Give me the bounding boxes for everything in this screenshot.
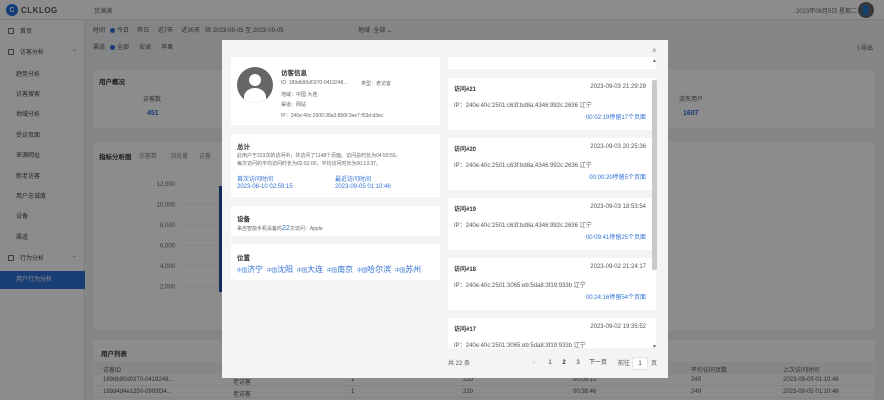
visit-title: 访问#17 [454, 327, 477, 333]
visit-item[interactable]: 访问#18 2023-09-02 21:24:17 IP：240e:40c:2501… [448, 258, 656, 310]
pager-page-3[interactable]: 3 [571, 357, 585, 370]
first-visit-label: 首次访问时间 [237, 177, 274, 183]
visitor-region: 地域：中国 大连 [281, 92, 318, 98]
visit-date: 2023-09-03 18:53:54 [590, 204, 646, 210]
city-item: 中国南京 [327, 265, 354, 274]
summary-line-2: 每次访问的平均访问时长为02:52.00，平均访问时长为00:13:37。 [237, 161, 381, 167]
pager-goto-label: 前往 [618, 361, 631, 367]
visit-ip: IP：240e:40c:2501:3065:eb:5da8:3f19:933b … [454, 283, 586, 289]
visit-ip: IP：240e:40c:2501:c63f:bd8a:4346:992c:263… [454, 163, 592, 169]
visitor-info-title: 访客信息 [281, 70, 307, 77]
visitor-ip: IP：240e:40c:2500:38a3:856f:3ee7:f53d:d3e… [281, 113, 384, 119]
pager-total: 共 22 条 [448, 361, 471, 367]
scroll-up-icon[interactable]: ▲ [652, 58, 657, 64]
scroll-down-icon[interactable]: ▼ [652, 344, 657, 350]
city-list: 中国济宁 中国沈阳 中国大连 中国南京 中国哈尔滨 中国苏州 [237, 264, 425, 275]
visit-title: 访问#21 [454, 87, 477, 93]
pager-page-2[interactable]: 2 [557, 357, 571, 370]
summary-panel: 总计 此用户于223次的访问中，共访问了1148个页面。访问总时长为04:59:… [231, 134, 440, 197]
visit-title: 访问#19 [454, 207, 477, 213]
location-title: 位置 [237, 255, 250, 262]
device-panel: 设备 来自智能手机设备的22次访问：Apple [231, 206, 440, 236]
pager-next-button[interactable]: 下一页 [586, 357, 610, 370]
visit-date: 2023-09-03 21:29:29 [590, 84, 646, 90]
visit-title: 访问#20 [454, 147, 477, 153]
visit-duration[interactable]: 00:09:41停留25个页面 [586, 232, 646, 241]
visitor-avatar-icon [237, 67, 273, 103]
device-text: 来自智能手机设备的22次访问：Apple [237, 225, 323, 232]
pager-prev-icon[interactable]: ‹ [527, 357, 541, 370]
pager-page-unit: 页 [651, 361, 658, 367]
summary-line-1: 此用户于223次的访问中，共访问了1148个页面。访问总时长为04:59:50。 [237, 153, 401, 159]
visit-item[interactable]: 访问#17 2023-09-02 19:35:52 IP：240e:40c:2501… [448, 318, 656, 349]
visit-ip: IP：240e:40c:2501:c63f:bd8a:4346:992c:263… [454, 103, 592, 109]
scrollbar-thumb[interactable] [652, 80, 657, 270]
first-visit-value: 2023-08-10 02:59:15 [237, 184, 293, 190]
visit-ip: IP：240e:40c:2501:3065:eb:5da8:3f19:933b … [454, 343, 586, 349]
visit-item-partial [448, 57, 656, 69]
visitor-type: 类型：老访客 [361, 81, 392, 87]
last-visit-value: 2023-09-05 01:10:46 [335, 184, 391, 190]
city-item: 中国沈阳 [267, 265, 294, 274]
visitor-channel: 渠道：网站 [281, 102, 307, 108]
device-count: 22 [282, 225, 290, 232]
city-item: 中国苏州 [395, 265, 422, 274]
visit-duration[interactable]: 00:00:20停留5个页面 [589, 172, 646, 181]
visit-date: 2023-09-02 19:35:52 [590, 324, 646, 330]
visitor-id: ID: 189db90d0370-0419248... [281, 80, 348, 86]
visit-item[interactable]: 访问#19 2023-09-03 18:53:54 IP：240e:40c:2501… [448, 198, 656, 250]
device-title: 设备 [237, 216, 250, 223]
visit-title: 访问#18 [454, 267, 477, 273]
summary-title: 总计 [237, 144, 250, 151]
city-item: 中国哈尔滨 [357, 265, 392, 274]
visit-duration[interactable]: 00:02:19停留17个页面 [586, 112, 646, 121]
visit-item[interactable]: 访问#20 2023-09-03 20:25:36 IP：240e:40c:2501… [448, 138, 656, 190]
location-panel: 位置 中国济宁 中国沈阳 中国大连 中国南京 中国哈尔滨 中国苏州 [231, 244, 440, 280]
close-icon[interactable]: × [652, 46, 657, 55]
visit-duration[interactable]: 00:24:16停留54个页面 [586, 292, 646, 301]
visit-date: 2023-09-02 21:24:17 [590, 264, 646, 270]
pager-page-1[interactable]: 1 [543, 357, 557, 370]
visit-ip: IP：240e:40c:2501:c63f:bd8a:4346:992c:263… [454, 223, 592, 229]
visit-item[interactable]: 访问#21 2023-09-03 21:29:29 IP：240e:40c:2501… [448, 78, 656, 130]
last-visit-label: 最近访问时间 [335, 177, 372, 183]
pager-goto-input[interactable]: 1 [632, 357, 648, 370]
visit-date: 2023-09-03 20:25:36 [590, 144, 646, 150]
city-item: 中国济宁 [237, 265, 264, 274]
city-item: 中国大连 [297, 265, 324, 274]
visitor-info-panel: 访客信息 ID: 189db90d0370-0419248... 类型：老访客 … [231, 57, 440, 125]
